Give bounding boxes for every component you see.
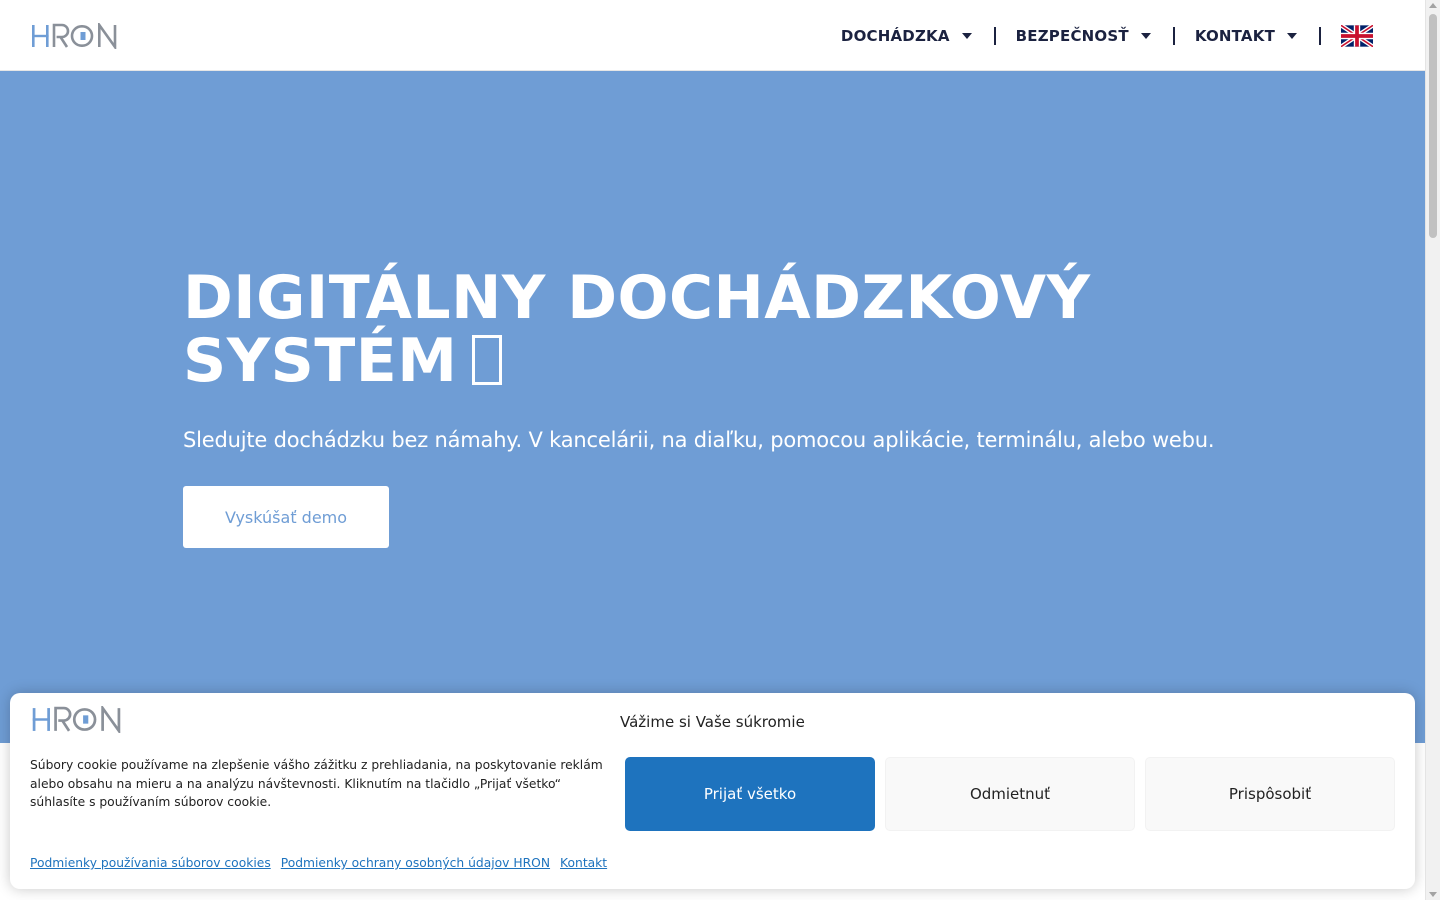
caret-down-icon (1140, 32, 1151, 39)
nav-separator (1319, 26, 1321, 45)
nav-item-label: KONTAKT (1194, 26, 1275, 45)
hero-title: DIGITÁLNY DOCHÁDZKOVÝ SYSTÉM (183, 267, 1091, 393)
hero-subtitle: Sledujte dochádzku bez námahy. V kancelá… (183, 428, 1215, 452)
customize-button[interactable]: Prispôsobiť (1145, 757, 1395, 831)
nav-item-label: BEZPEČNOSŤ (1015, 26, 1129, 45)
cookie-banner-title: Vážime si Vaše súkromie (620, 713, 805, 731)
privacy-policy-link[interactable]: Podmienky ochrany osobných údajov HRON (281, 856, 550, 870)
contact-link[interactable]: Kontakt (560, 856, 607, 870)
hron-logo (32, 706, 121, 733)
scroll-up-icon[interactable] (1429, 3, 1437, 8)
hero-title-line2: SYSTÉM (183, 326, 458, 396)
caret-down-icon (1287, 32, 1297, 39)
cookie-consent-banner: Vážime si Vaše súkromie Súbory cookie po… (10, 693, 1415, 889)
page-scrollbar[interactable] (1425, 0, 1440, 900)
nav-item-kontakt[interactable]: KONTAKT (1195, 27, 1297, 45)
nav-item-dochadzka[interactable]: DOCHÁDZKA (841, 27, 972, 45)
try-demo-button[interactable]: Vyskúšať demo (183, 486, 389, 548)
site-header: DOCHÁDZKA BEZPEČNOSŤ KONTAKT (0, 0, 1425, 71)
cookie-banner-links: Podmienky používania súborov cookies Pod… (30, 856, 617, 870)
scroll-down-icon[interactable] (1429, 892, 1437, 897)
main-nav: DOCHÁDZKA BEZPEČNOSŤ KONTAKT (841, 0, 1373, 71)
scrollbar-thumb[interactable] (1429, 14, 1437, 238)
nav-separator (993, 26, 996, 45)
nav-item-label: DOCHÁDZKA (840, 26, 950, 45)
nav-item-bezpecnost[interactable]: BEZPEČNOSŤ (1016, 27, 1151, 45)
cookie-banner-text: Súbory cookie používame na zlepšenie váš… (30, 758, 603, 809)
caret-down-icon (961, 32, 972, 39)
uk-flag-icon[interactable] (1341, 24, 1373, 47)
hron-logo[interactable] (31, 23, 125, 49)
page: DOCHÁDZKA BEZPEČNOSŤ KONTAKT DIGITÁLNY D… (0, 0, 1425, 900)
hero-section: DIGITÁLNY DOCHÁDZKOVÝ SYSTÉM Sledujte do… (0, 71, 1425, 743)
cookie-policy-link[interactable]: Podmienky používania súborov cookies (30, 856, 271, 870)
hero-title-line1: DIGITÁLNY DOCHÁDZKOVÝ (183, 263, 1091, 333)
missing-glyph-icon (471, 335, 502, 385)
nav-separator (1172, 26, 1175, 45)
deny-button[interactable]: Odmietnuť (885, 757, 1135, 831)
accept-all-button[interactable]: Prijať všetko (625, 757, 875, 831)
